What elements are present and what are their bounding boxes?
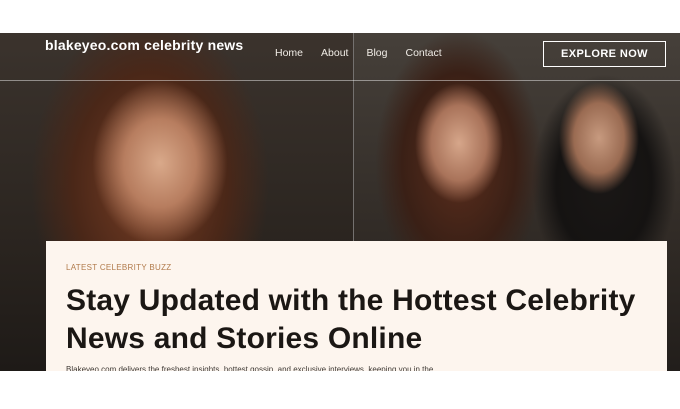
hero-card: LATEST CELEBRITY BUZZ Stay Updated with … [46, 241, 667, 381]
image-divider [353, 33, 354, 243]
hero-kicker: LATEST CELEBRITY BUZZ [66, 263, 172, 272]
hero-headline: Stay Updated with the Hottest Celebrity … [66, 284, 636, 355]
header-divider [0, 80, 680, 81]
nav-item-home[interactable]: Home [275, 47, 303, 59]
nav-item-blog[interactable]: Blog [366, 47, 387, 59]
page-bottom [0, 371, 680, 409]
nav-item-contact[interactable]: Contact [405, 47, 441, 59]
main-nav: Home About Blog Contact [275, 47, 442, 59]
nav-item-about[interactable]: About [321, 47, 348, 59]
explore-now-button[interactable]: EXPLORE NOW [543, 41, 666, 67]
site-brand[interactable]: blakeyeo.com celebrity news [45, 37, 245, 54]
